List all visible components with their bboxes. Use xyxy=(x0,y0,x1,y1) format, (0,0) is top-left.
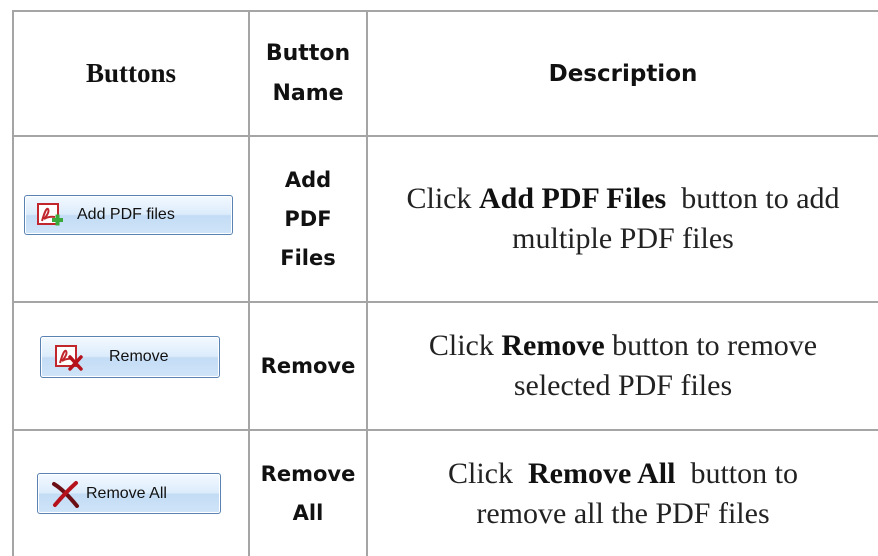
row1-button-name: Add PDF Files xyxy=(250,137,366,301)
remove-all-button[interactable]: Remove All xyxy=(37,473,221,514)
add-pdf-icon xyxy=(37,203,63,226)
row3-description: Click Remove All button to remove all th… xyxy=(368,431,878,556)
row3-desc-bold: Remove All xyxy=(528,456,676,490)
row2-desc-bold: Remove xyxy=(501,329,605,362)
header-buttons: Buttons xyxy=(14,12,248,135)
row3-button-name: Remove All xyxy=(250,431,366,556)
row1-name-line3: Files xyxy=(280,245,336,270)
row3-name-line1: Remove xyxy=(260,461,356,486)
row1-description: Click Add PDF Files button to add multip… xyxy=(368,137,878,301)
header-button-name-line1: Button xyxy=(265,40,351,66)
row3-name-line2: All xyxy=(292,500,324,525)
row1-desc-bold: Add PDF Files xyxy=(478,182,667,215)
row2-name-line1: Remove xyxy=(260,353,356,378)
header-button-name-line2: Name xyxy=(272,80,344,106)
row2-desc-prefix: Click xyxy=(428,329,502,362)
button-reference-table: Buttons Button Name Description Add PDF … xyxy=(0,0,878,556)
row2-button-name: Remove xyxy=(250,303,366,429)
add-pdf-files-button-label: Add PDF files xyxy=(77,206,175,223)
row2-description: Click Remove button to remove selected P… xyxy=(368,303,878,429)
remove-all-button-label: Remove All xyxy=(86,484,167,502)
header-button-name: Button Name xyxy=(250,12,366,135)
remove-all-icon xyxy=(52,480,79,508)
header-buttons-label: Buttons xyxy=(85,58,177,88)
add-pdf-files-button[interactable]: Add PDF files xyxy=(24,195,233,235)
row3-desc-prefix: Click xyxy=(448,456,528,490)
header-description: Description xyxy=(368,12,878,135)
header-description-label: Description xyxy=(548,60,698,87)
row1-desc-prefix: Click xyxy=(406,182,479,215)
row1-name-line2: PDF xyxy=(284,206,332,231)
row1-name-line1: Add xyxy=(284,167,332,192)
remove-button-label: Remove xyxy=(109,348,169,365)
remove-pdf-icon xyxy=(55,345,83,371)
remove-button[interactable]: Remove xyxy=(40,336,220,378)
